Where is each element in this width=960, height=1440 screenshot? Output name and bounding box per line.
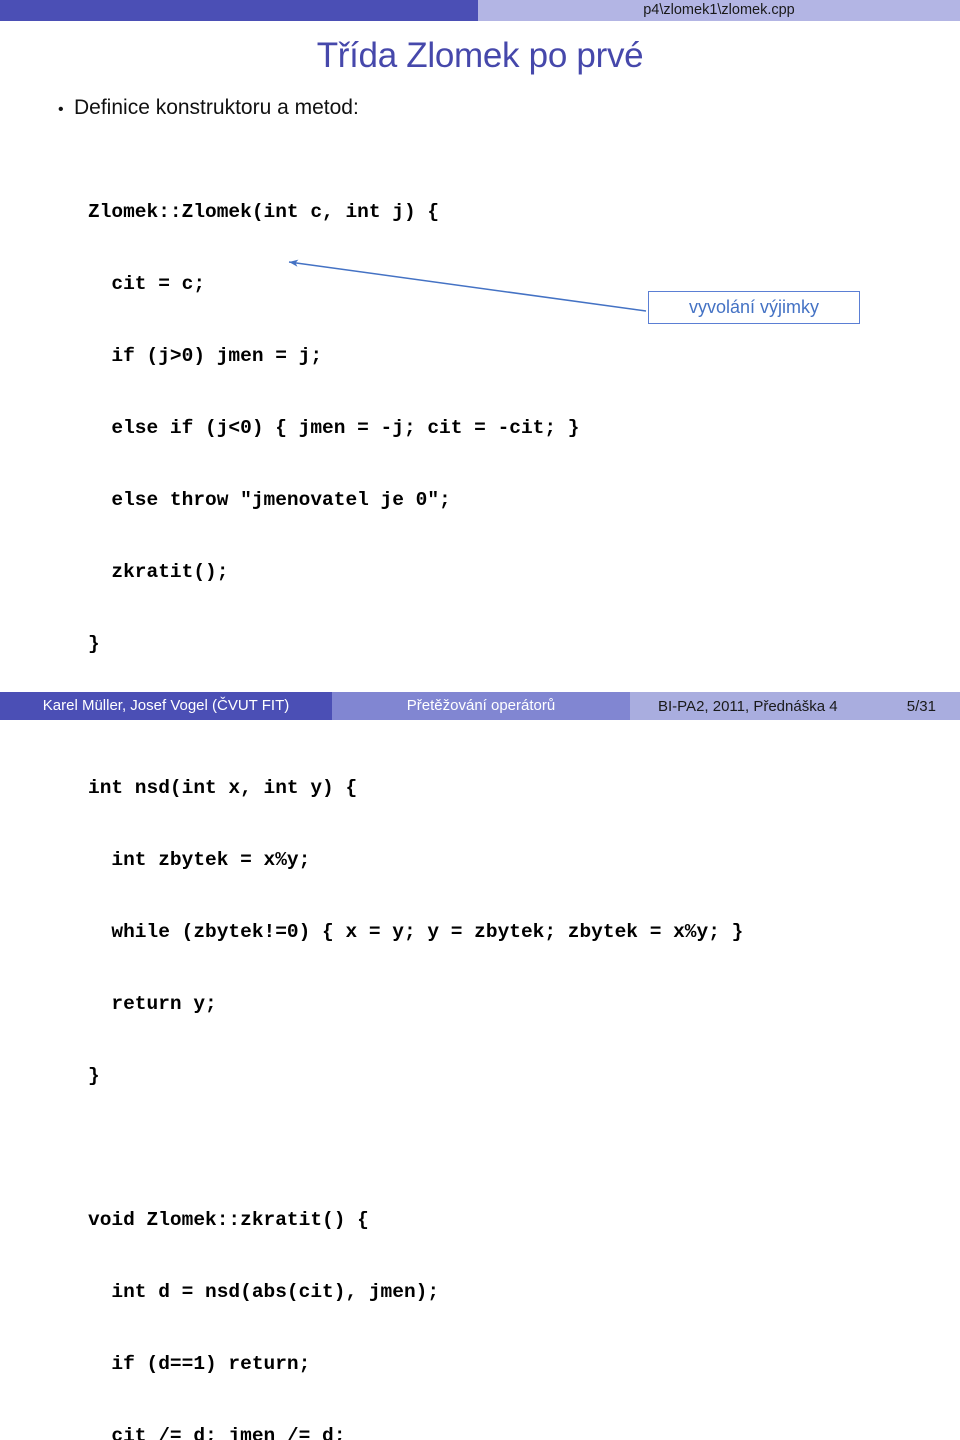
source-file-path: p4\zlomek1\zlomek.cpp [643,2,795,18]
code-line: void Zlomek::zkratit() { [88,1209,369,1231]
code-line: else throw "jmenovatel je 0"; [88,489,451,511]
code-line: int zbytek = x%y; [88,849,311,871]
bullet-item: • Definice konstruktoru a metod: [58,96,359,120]
bullet-dot-icon: • [58,101,64,118]
code-line: while (zbytek!=0) { x = y; y = zbytek; z… [88,921,744,943]
header-bar: p4\zlomek1\zlomek.cpp [0,0,960,21]
code-line: int d = nsd(abs(cit), jmen); [88,1281,440,1303]
footer-bar: Karel Müller, Josef Vogel (ČVUT FIT) Pře… [0,692,960,720]
code-line: } [88,1065,100,1087]
code-line: Zlomek::Zlomek(int c, int j) { [88,201,440,223]
bullet-item-label: Definice konstruktoru a metod: [74,96,359,119]
header-bar-left-block [0,0,478,21]
code-line: cit /= d; jmen /= d; [88,1425,346,1440]
code-line: } [88,633,100,655]
page-title: Třída Zlomek po prvé [316,36,644,75]
code-line: return y; [88,993,217,1015]
footer-right-group: BI-PA2, 2011, Přednáška 4 5/31 [630,692,960,720]
footer-page-number: 5/31 [906,697,936,715]
callout-box: vyvolání výjimky [648,291,860,324]
callout-label: vyvolání výjimky [688,297,820,317]
code-line: if (j>0) jmen = j; [88,345,323,367]
code-line: int nsd(int x, int y) { [88,777,358,799]
footer-authors: Karel Müller, Josef Vogel (ČVUT FIT) [0,692,332,720]
footer-subject: Přetěžování operátorů [332,692,630,720]
code-line: if (d==1) return; [88,1353,311,1375]
code-line: zkratit(); [88,561,229,583]
footer-course: BI-PA2, 2011, Přednáška 4 [658,697,838,715]
code-listing: Zlomek::Zlomek(int c, int j) { cit = c; … [88,152,948,1440]
code-line: else if (j<0) { jmen = -j; cit = -cit; } [88,417,580,439]
